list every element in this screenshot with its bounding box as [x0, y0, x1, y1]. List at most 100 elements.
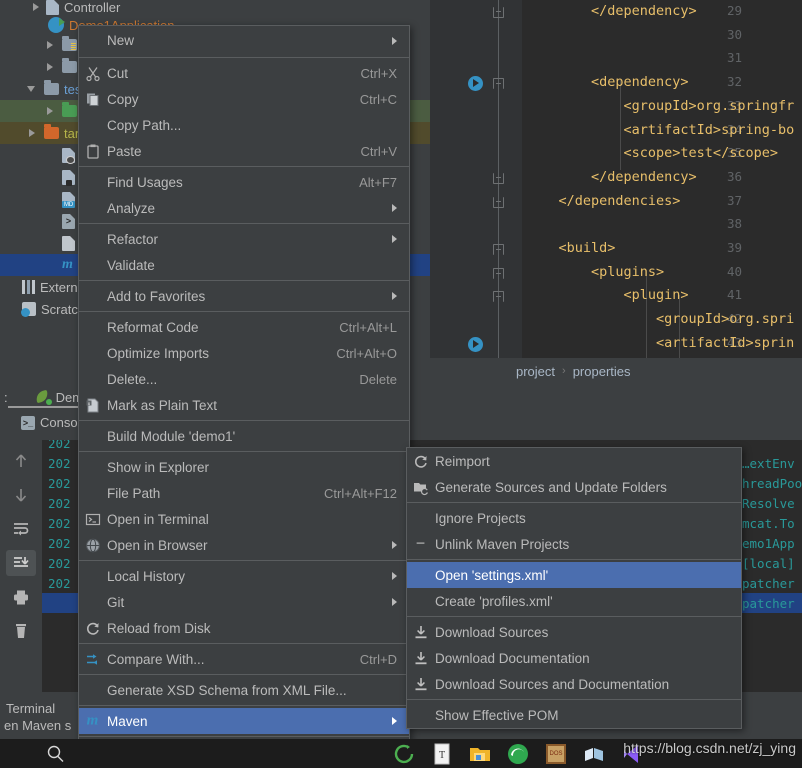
menu-separator — [79, 420, 409, 421]
code-fold-icon[interactable] — [493, 244, 504, 255]
console-toolbar[interactable] — [2, 440, 40, 690]
menu-item-label: Mark as Plain Text — [107, 397, 218, 413]
terminal-tool-button[interactable]: Terminal — [0, 701, 61, 716]
menu-item-add-to-favorites[interactable]: Add to Favorites — [79, 283, 409, 309]
console-timestamp: 202 — [48, 516, 71, 531]
menu-item-generate-xsd-schema-from-xml-file[interactable]: Generate XSD Schema from XML File... — [79, 677, 409, 703]
taskbar-icons[interactable]: T DOS — [112, 742, 644, 766]
code-line: <dependency> — [526, 74, 689, 91]
shell-file-icon: > — [62, 213, 75, 229]
android-studio-icon[interactable] — [392, 742, 416, 766]
scroll-to-end-button[interactable] — [6, 550, 36, 576]
menu-item-label: Show in Explorer — [107, 459, 210, 475]
menu-item-download-sources[interactable]: Download Sources — [407, 619, 741, 645]
print-button[interactable] — [6, 584, 36, 610]
tree-twisty-spacer — [8, 303, 20, 315]
console-timestamp: 202 — [48, 440, 71, 451]
menu-item-show-in-explorer[interactable]: Show in Explorer — [79, 454, 409, 480]
chevron-right-icon[interactable] — [44, 61, 56, 73]
menu-item-show-effective-pom[interactable]: Show Effective POM — [407, 702, 741, 728]
line-number: 37 — [726, 192, 742, 208]
menu-separator — [79, 643, 409, 644]
menu-separator — [79, 736, 409, 737]
menu-item-copy[interactable]: Copy Ctrl+C — [79, 86, 409, 112]
books-icon[interactable] — [582, 742, 606, 766]
code-fold-icon[interactable] — [493, 196, 504, 208]
submenu-arrow-icon — [392, 717, 397, 725]
dosbox-icon[interactable]: DOS — [544, 742, 568, 766]
run-gutter-icon[interactable] — [468, 336, 483, 352]
up-arrow-button[interactable] — [6, 448, 36, 474]
breadcrumb-item-project[interactable]: project — [516, 364, 555, 379]
notepad-icon[interactable]: T — [430, 742, 454, 766]
windows-taskbar[interactable]: T DOS https://blog.csdn.net/zj_ying — [0, 739, 802, 768]
menu-item-find-usages[interactable]: Find Usages Alt+F7 — [79, 169, 409, 195]
clear-all-button[interactable] — [6, 618, 36, 644]
taskbar-search-button[interactable] — [0, 739, 112, 768]
run-tab-prefix: : — [4, 389, 8, 405]
tree-twisty-spacer — [44, 215, 56, 227]
menu-item-unlink-maven-projects[interactable]: − Unlink Maven Projects — [407, 531, 741, 557]
menu-item-mark-as-plain-text[interactable]: x Mark as Plain Text — [79, 392, 409, 418]
breadcrumb[interactable]: project › properties — [430, 358, 802, 384]
code-fold-icon[interactable] — [493, 267, 504, 279]
edge-browser-icon[interactable] — [506, 742, 530, 766]
menu-item-create-profilesxml[interactable]: Create 'profiles.xml' — [407, 588, 741, 614]
maven-submenu[interactable]: Reimport Generate Sources and Update Fol… — [406, 447, 742, 729]
copy-icon — [84, 91, 101, 108]
menu-item-generate-sources-and-update-folders[interactable]: Generate Sources and Update Folders — [407, 474, 741, 500]
menu-item-build-module-demo1[interactable]: Build Module 'demo1' — [79, 423, 409, 449]
breadcrumb-item-properties[interactable]: properties — [573, 364, 631, 379]
console-timestamp: 202 — [48, 576, 71, 591]
menu-item-copy-path[interactable]: Copy Path... — [79, 112, 409, 138]
menu-item-reload-from-disk[interactable]: Reload from Disk — [79, 615, 409, 641]
code-editor[interactable]: 29 </dependency> 30 31 32 <dependency> 33 <g… — [430, 0, 802, 358]
code-fold-icon[interactable] — [493, 172, 504, 184]
menu-separator — [79, 560, 409, 561]
code-line: <build> — [526, 240, 616, 256]
code-fold-icon[interactable] — [493, 291, 504, 303]
chevron-right-icon[interactable] — [44, 39, 56, 51]
chevron-right-icon[interactable] — [44, 105, 56, 117]
menu-item-file-path[interactable]: File Path Ctrl+Alt+F12 — [79, 480, 409, 506]
menu-item-reimport[interactable]: Reimport — [407, 448, 741, 474]
menu-item-reformat-code[interactable]: Reformat Code Ctrl+Alt+L — [79, 314, 409, 340]
soft-wrap-button[interactable] — [6, 516, 36, 542]
menu-item-new[interactable]: New — [79, 26, 409, 55]
menu-item-open-settingsxml[interactable]: Open 'settings.xml' — [407, 562, 741, 588]
menu-item-ignore-projects[interactable]: Ignore Projects — [407, 505, 741, 531]
menu-item-cut[interactable]: Cut Ctrl+X — [79, 60, 409, 86]
menu-item-refactor[interactable]: Refactor — [79, 226, 409, 252]
run-gutter-icon[interactable] — [468, 76, 483, 92]
menu-item-analyze[interactable]: Analyze — [79, 195, 409, 221]
tree-twisty-spacer — [44, 259, 56, 271]
menu-item-paste[interactable]: Paste Ctrl+V — [79, 138, 409, 164]
menu-item-optimize-imports[interactable]: Optimize Imports Ctrl+Alt+O — [79, 340, 409, 366]
code-fold-icon[interactable] — [493, 7, 504, 18]
menu-item-validate[interactable]: Validate — [79, 252, 409, 278]
tab-console[interactable]: >_ Conso — [14, 412, 85, 433]
menu-item-open-in-terminal[interactable]: Open in Terminal — [79, 506, 409, 532]
menu-item-local-history[interactable]: Local History — [79, 563, 409, 589]
file-explorer-icon[interactable] — [468, 742, 492, 766]
menu-item-label: Generate Sources and Update Folders — [435, 479, 667, 495]
menu-item-download-documentation[interactable]: Download Documentation — [407, 645, 741, 671]
menu-item-git[interactable]: Git — [79, 589, 409, 615]
menu-item-compare-with[interactable]: Compare With... Ctrl+D — [79, 646, 409, 672]
chevron-right-icon[interactable] — [26, 127, 38, 139]
menu-item-open-in-browser[interactable]: Open in Browser — [79, 532, 409, 558]
code-fold-icon[interactable] — [493, 78, 504, 90]
editor-gutter[interactable] — [430, 0, 522, 358]
menu-separator — [407, 699, 741, 700]
menu-item-download-sources-and-documentation[interactable]: Download Sources and Documentation — [407, 671, 741, 697]
tree-twisty-icon[interactable] — [30, 1, 42, 13]
code-line: <scope>test</scope> — [526, 145, 778, 162]
down-arrow-button[interactable] — [6, 482, 36, 508]
code-line: </dependencies> — [526, 192, 681, 209]
menu-item-maven[interactable]: m Maven — [79, 708, 409, 734]
chevron-down-icon[interactable] — [26, 83, 38, 95]
maven-icon: m — [86, 712, 99, 729]
project-view-context-menu[interactable]: New Cut Ctrl+X Copy Ctrl+C Copy Path... Pas… — [78, 25, 410, 768]
menu-item-delete[interactable]: Delete... Delete — [79, 366, 409, 392]
folder-source-icon — [62, 36, 77, 51]
